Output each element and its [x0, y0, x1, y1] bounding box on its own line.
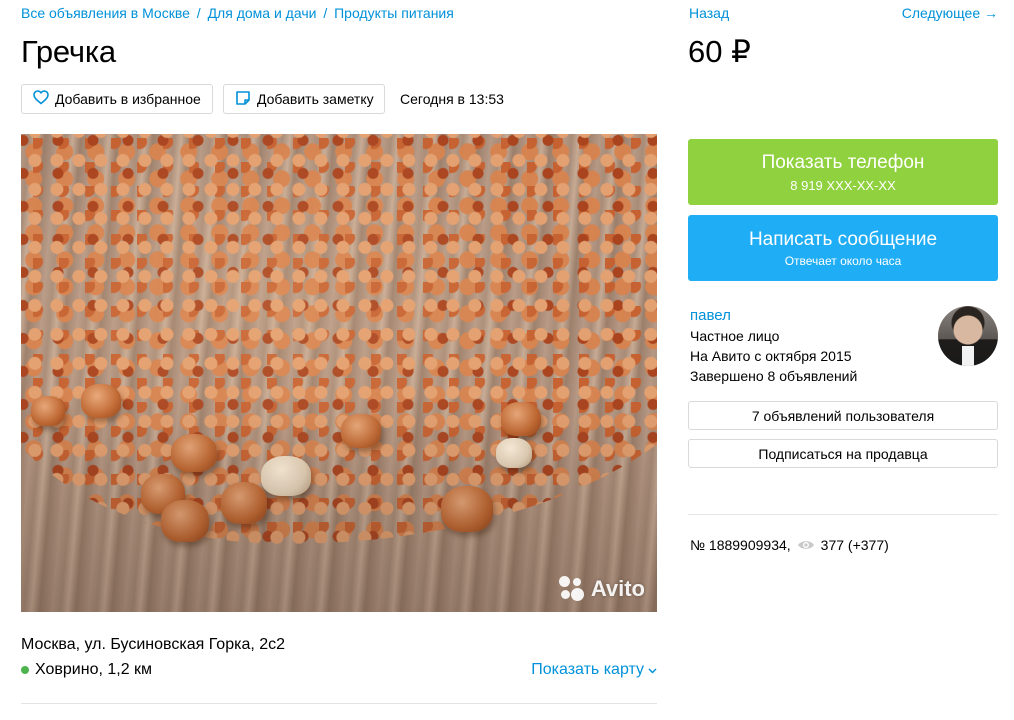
eye-icon	[797, 539, 815, 551]
seller-completed-ads: Завершено 8 объявлений	[690, 368, 858, 384]
back-link[interactable]: Назад	[689, 5, 729, 21]
add-to-favorites-button[interactable]: Добавить в избранное	[21, 84, 213, 114]
breadcrumb-separator: /	[323, 5, 328, 21]
heart-icon	[33, 90, 49, 108]
breadcrumb-item-all-ads[interactable]: Все объявления в Москве	[21, 5, 190, 21]
listing-stats: № 1889909934, 377 (+377)	[690, 537, 889, 553]
avito-watermark: Avito	[558, 576, 645, 602]
seller-listings-button[interactable]: 7 объявлений пользователя	[688, 401, 998, 430]
show-map-label: Показать карту	[531, 661, 644, 678]
listing-number: № 1889909934,	[690, 537, 791, 553]
photo-shading	[21, 134, 657, 612]
listing-title: Гречка	[21, 34, 116, 69]
breadcrumb-item-home-garden[interactable]: Для дома и дачи	[208, 5, 317, 21]
seller-member-since: На Авито с октября 2015	[690, 348, 852, 364]
write-message-button[interactable]: Написать сообщение Отвечает около часа	[688, 215, 998, 281]
breadcrumb-separator: /	[196, 5, 201, 21]
add-note-label: Добавить заметку	[257, 91, 374, 107]
next-link[interactable]: Следующее →	[902, 5, 998, 21]
listing-photo[interactable]: Avito	[21, 134, 657, 612]
listing-address: Москва, ул. Бусиновская Горка, 2с2	[21, 636, 286, 653]
avito-logo-icon	[558, 576, 585, 602]
sidebar-divider	[688, 514, 998, 515]
seller-avatar[interactable]	[938, 306, 998, 366]
avito-watermark-text: Avito	[590, 576, 645, 601]
content-divider	[21, 703, 657, 704]
metro-station-label: Ховрино, 1,2 км	[35, 661, 153, 678]
show-phone-label: Показать телефон	[761, 151, 925, 173]
add-to-favorites-label: Добавить в избранное	[55, 91, 201, 107]
masked-phone-number: 8 919 XXX-XX-XX	[790, 177, 896, 193]
breadcrumb-item-food[interactable]: Продукты питания	[334, 5, 454, 21]
show-map-link[interactable]: Показать карту	[531, 661, 657, 679]
listing-price: 60 ₽	[688, 34, 751, 69]
metro-line-dot-icon	[21, 666, 29, 674]
note-icon	[235, 90, 251, 109]
metro-station: Ховрино, 1,2 км	[21, 661, 152, 679]
publish-date: Сегодня в 13:53	[400, 91, 504, 107]
seller-name-link[interactable]: павел	[690, 307, 731, 324]
response-time: Отвечает около часа	[784, 253, 902, 268]
breadcrumb: Все объявления в Москве / Для дома и дач…	[21, 5, 454, 21]
seller-type: Частное лицо	[690, 328, 780, 344]
show-phone-button[interactable]: Показать телефон 8 919 XXX-XX-XX	[688, 139, 998, 205]
chevron-down-icon	[648, 661, 657, 679]
add-note-button[interactable]: Добавить заметку	[223, 84, 385, 114]
write-message-label: Написать сообщение	[748, 228, 938, 250]
subscribe-seller-button[interactable]: Подписаться на продавца	[688, 439, 998, 468]
view-count: 377 (+377)	[820, 537, 889, 553]
